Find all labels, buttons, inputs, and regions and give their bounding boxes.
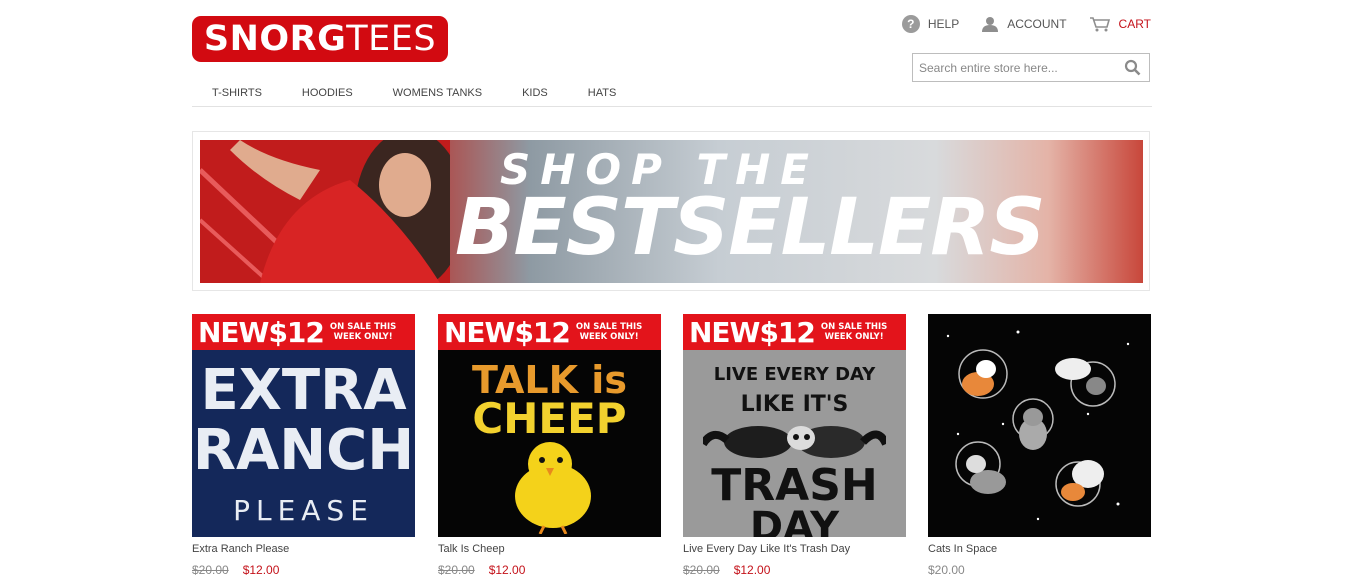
- product-card: Cats In Space $20.00: [928, 314, 1151, 577]
- bestsellers-banner[interactable]: SHOP THE BESTSELLERS: [200, 140, 1143, 283]
- sale-badge-note: ON SALE THIS WEEK ONLY!: [329, 322, 397, 342]
- help-icon: ?: [901, 15, 920, 33]
- nav-hoodies[interactable]: HOODIES: [282, 82, 373, 106]
- chick-illustration: [515, 442, 591, 534]
- art-line: LIVE EVERY DAY: [713, 364, 876, 385]
- search-box: [912, 53, 1150, 82]
- product-image[interactable]: NEW$12 ON SALE THIS WEEK ONLY! LIVE EVERY…: [683, 314, 906, 537]
- sale-price: $12.00: [242, 563, 280, 577]
- logo-light-text: TEES: [346, 19, 437, 59]
- product-image[interactable]: NEW$12 ON SALE THIS WEEK ONLY! EXTRA RANC…: [192, 314, 415, 537]
- cart-icon: [1089, 17, 1110, 32]
- old-price: $20.00: [438, 563, 475, 577]
- sale-badge-label: NEW$12: [444, 315, 571, 349]
- art-line: LIKE IT'S: [740, 392, 849, 417]
- cart-link[interactable]: CART: [1089, 15, 1151, 33]
- product-prices: $20.00 $12.00: [192, 563, 415, 577]
- help-link[interactable]: ? HELP: [901, 15, 960, 33]
- account-link[interactable]: ACCOUNT: [981, 15, 1067, 33]
- art-line: EXTRA: [200, 358, 407, 423]
- logo-bold-text: SNORG: [203, 19, 347, 59]
- art-line: PLEASE: [233, 494, 374, 527]
- sale-badge-label: NEW$12: [198, 315, 325, 349]
- sale-badge: NEW$12 ON SALE THIS WEEK ONLY!: [683, 314, 906, 350]
- logo[interactable]: SNORG TEES: [192, 16, 448, 62]
- art-line: RANCH: [192, 418, 415, 483]
- banner-line2: BESTSELLERS: [455, 183, 1046, 273]
- cart-label: CART: [1118, 17, 1151, 31]
- old-price: $20.00: [192, 563, 229, 577]
- product-name[interactable]: Extra Ranch Please: [192, 543, 415, 555]
- art-line: DAY: [749, 504, 840, 537]
- product-name[interactable]: Cats In Space: [928, 543, 1151, 555]
- user-icon: [982, 17, 999, 32]
- sale-badge: NEW$12 ON SALE THIS WEEK ONLY!: [438, 314, 661, 350]
- main-nav: T-SHIRTS HOODIES WOMENS TANKS KIDS HATS: [192, 82, 1152, 107]
- raccoon-illustration: [703, 426, 886, 458]
- product-name[interactable]: Talk Is Cheep: [438, 543, 661, 555]
- nav-womens-tanks[interactable]: WOMENS TANKS: [373, 82, 502, 106]
- sale-badge-note: ON SALE THIS WEEK ONLY!: [575, 322, 643, 342]
- search-icon[interactable]: [1124, 59, 1141, 76]
- product-card: NEW$12 ON SALE THIS WEEK ONLY! TALK is CH…: [438, 314, 661, 577]
- product-image[interactable]: NEW$12 ON SALE THIS WEEK ONLY! TALK is CH…: [438, 314, 661, 537]
- product-card: NEW$12 ON SALE THIS WEEK ONLY! LIVE EVERY…: [683, 314, 906, 577]
- banner-model-photo: [200, 140, 450, 283]
- sale-price: $12.00: [733, 563, 771, 577]
- product-image[interactable]: [928, 314, 1151, 537]
- regular-price: $20.00: [928, 563, 965, 577]
- nav-hats[interactable]: HATS: [568, 82, 637, 106]
- product-card: NEW$12 ON SALE THIS WEEK ONLY! EXTRA RANC…: [192, 314, 415, 577]
- nav-kids[interactable]: KIDS: [502, 82, 568, 106]
- cats-in-space-illustration: [946, 330, 1130, 521]
- product-prices: $20.00: [928, 563, 1151, 577]
- help-label: HELP: [927, 17, 960, 31]
- old-price: $20.00: [683, 563, 720, 577]
- top-links: ? HELP ACCOUNT CART: [901, 15, 1151, 33]
- product-prices: $20.00 $12.00: [438, 563, 661, 577]
- search-input[interactable]: [913, 54, 1125, 81]
- sale-price: $12.00: [488, 563, 526, 577]
- product-prices: $20.00 $12.00: [683, 563, 906, 577]
- nav-tshirts[interactable]: T-SHIRTS: [192, 82, 282, 106]
- account-label: ACCOUNT: [1007, 17, 1067, 31]
- sale-badge-note: ON SALE THIS WEEK ONLY!: [820, 322, 888, 342]
- sale-badge: NEW$12 ON SALE THIS WEEK ONLY!: [192, 314, 415, 350]
- product-name[interactable]: Live Every Day Like It's Trash Day: [683, 543, 906, 555]
- sale-badge-label: NEW$12: [689, 315, 816, 349]
